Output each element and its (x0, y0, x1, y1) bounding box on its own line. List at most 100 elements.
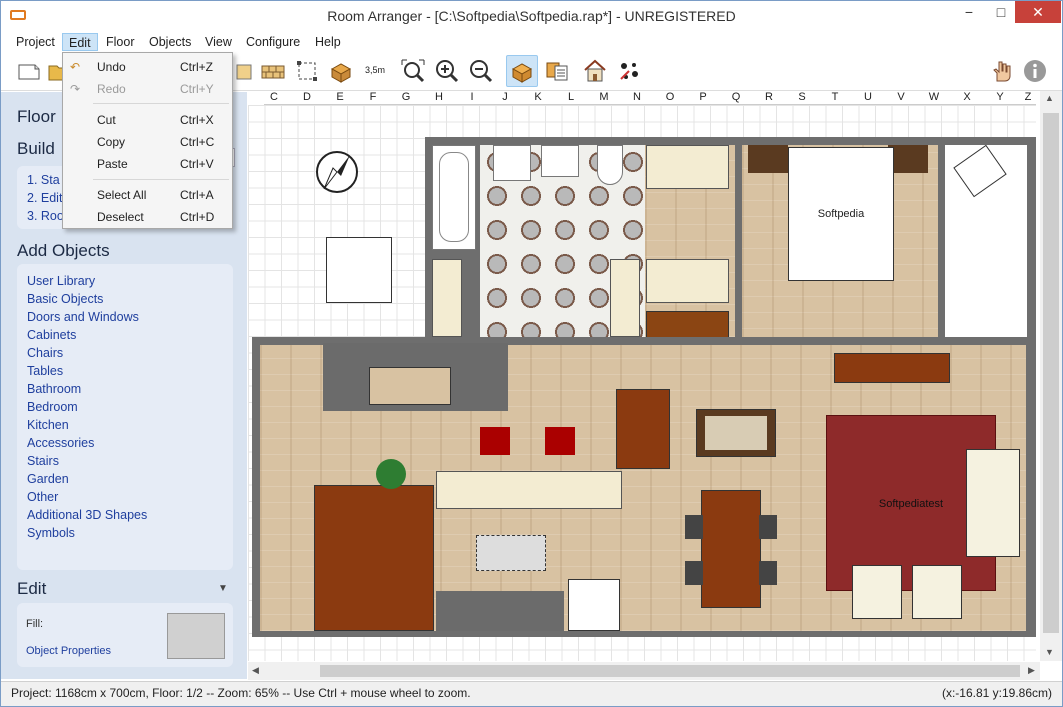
menu-separator (93, 103, 229, 104)
menu-item-paste[interactable]: Paste Ctrl+V (64, 154, 231, 174)
bath-sink-1[interactable] (493, 145, 531, 181)
menu-view[interactable]: View (199, 33, 238, 51)
room-arranger-window: Room Arranger - [C:\Softpedia\Softpedia.… (0, 0, 1063, 707)
zoom-fit-button[interactable] (399, 57, 427, 85)
status-text: Project: 1168cm x 700cm, Floor: 1/2 -- Z… (11, 686, 471, 700)
armchair-1[interactable] (852, 565, 902, 619)
object-properties-link[interactable]: Object Properties (26, 645, 111, 657)
lower-counter[interactable] (436, 591, 564, 631)
category-other[interactable]: Other (17, 488, 233, 506)
ruler-col: D (303, 91, 311, 103)
menu-help[interactable]: Help (309, 33, 347, 51)
category-kitchen[interactable]: Kitchen (17, 416, 233, 434)
category-chairs[interactable]: Chairs (17, 344, 233, 362)
nightstand-left[interactable] (748, 145, 788, 173)
menu-item-deselect[interactable]: Deselect Ctrl+D (64, 207, 231, 227)
closet-1[interactable] (646, 145, 729, 189)
add-object-button[interactable] (327, 57, 355, 85)
wall-brick-button[interactable] (259, 57, 287, 85)
category-user-library[interactable]: User Library (17, 272, 233, 290)
ruler-col: H (435, 91, 443, 103)
box-object[interactable] (326, 237, 392, 303)
edit-panel: Fill: Object Properties (17, 603, 233, 667)
menu-item-copy[interactable]: Copy Ctrl+C (64, 132, 231, 152)
stool-1[interactable] (480, 427, 510, 455)
staircase[interactable] (314, 485, 434, 631)
stool-2[interactable] (545, 427, 575, 455)
hand-tool-button[interactable] (987, 57, 1015, 85)
vertical-scroll-thumb[interactable] (1043, 113, 1059, 633)
collapse-arrow-icon[interactable]: ▼ (218, 583, 228, 594)
dining-chair[interactable] (759, 561, 777, 585)
new-project-button[interactable] (15, 57, 43, 85)
zoom-out-button[interactable] (467, 57, 495, 85)
menu-floor[interactable]: Floor (100, 33, 140, 51)
category-bedroom[interactable]: Bedroom (17, 398, 233, 416)
vertical-scrollbar[interactable]: ▲ ▼ (1040, 91, 1062, 661)
bathtub[interactable] (432, 145, 476, 250)
category-tables[interactable]: Tables (17, 362, 233, 380)
category-doors-windows[interactable]: Doors and Windows (17, 308, 233, 326)
select-area-button[interactable] (293, 57, 321, 85)
menu-item-cut[interactable]: Cut Ctrl+X (64, 110, 231, 130)
ruler-col: Y (996, 91, 1004, 103)
undo-icon: ↶ (70, 60, 81, 74)
category-bathroom[interactable]: Bathroom (17, 380, 233, 398)
ruler-col: V (897, 91, 905, 103)
dining-table[interactable] (701, 490, 761, 608)
category-basic-objects[interactable]: Basic Objects (17, 290, 233, 308)
fill-swatch[interactable] (167, 613, 225, 659)
tv-stand[interactable] (696, 409, 776, 457)
category-symbols[interactable]: Symbols (17, 524, 233, 542)
category-list: User Library Basic Objects Doors and Win… (17, 264, 233, 570)
status-bar: Project: 1168cm x 700cm, Floor: 1/2 -- Z… (1, 681, 1062, 706)
menu-item-select-all[interactable]: Select All Ctrl+A (64, 185, 231, 205)
plant[interactable] (376, 459, 406, 489)
armchair-2[interactable] (912, 565, 962, 619)
horizontal-scroll-thumb[interactable] (320, 665, 1020, 677)
category-cabinets[interactable]: Cabinets (17, 326, 233, 344)
bed[interactable]: Softpedia (788, 147, 894, 281)
category-accessories[interactable]: Accessories (17, 434, 233, 452)
menu-item-undo[interactable]: ↶ Undo Ctrl+Z (64, 57, 231, 77)
compass-icon[interactable] (314, 149, 360, 195)
toilet[interactable] (597, 145, 623, 185)
tv-console[interactable] (834, 353, 950, 383)
menu-project[interactable]: Project (10, 33, 61, 51)
menu-edit[interactable]: Edit (62, 33, 98, 51)
bookshelf[interactable] (616, 389, 670, 469)
ruler-col: J (502, 91, 508, 103)
kitchen-counter[interactable] (323, 343, 508, 411)
info-icon[interactable] (1021, 57, 1049, 85)
category-3d-shapes[interactable]: Additional 3D Shapes (17, 506, 233, 524)
floor-plan-canvas[interactable]: Softpedia Softpediatest (248, 105, 1036, 661)
menu-configure[interactable]: Configure (240, 33, 306, 51)
maximize-button[interactable]: □ (986, 1, 1016, 23)
view-2d-button[interactable] (506, 55, 538, 87)
category-stairs[interactable]: Stairs (17, 452, 233, 470)
nightstand-right[interactable] (888, 145, 928, 173)
kitchen-cabinets[interactable] (436, 471, 622, 509)
bath-shelf[interactable] (610, 259, 640, 337)
measure-button[interactable]: 3,5m (361, 57, 389, 85)
dining-chair[interactable] (759, 515, 777, 539)
sofa[interactable] (966, 449, 1020, 557)
kitchen-sink-selected[interactable] (476, 535, 546, 571)
shower[interactable] (568, 579, 620, 631)
dining-chair[interactable] (685, 515, 703, 539)
close-button[interactable]: ✕ (1015, 1, 1061, 23)
category-garden[interactable]: Garden (17, 470, 233, 488)
view-3d-button[interactable] (581, 57, 609, 85)
menu-item-redo[interactable]: ↷ Redo Ctrl+Y (64, 79, 231, 99)
minimize-button[interactable]: − (954, 1, 984, 23)
horizontal-scrollbar[interactable]: ◀ ▶ (248, 662, 1040, 680)
copy-tool-button[interactable] (229, 57, 257, 85)
object-list-button[interactable] (543, 57, 571, 85)
dining-chair[interactable] (685, 561, 703, 585)
bath-cabinet[interactable] (432, 259, 462, 337)
closet-2[interactable] (646, 259, 729, 303)
bath-sink-2[interactable] (541, 145, 579, 177)
render-button[interactable] (615, 57, 643, 85)
zoom-in-button[interactable] (433, 57, 461, 85)
menu-objects[interactable]: Objects (143, 33, 197, 51)
